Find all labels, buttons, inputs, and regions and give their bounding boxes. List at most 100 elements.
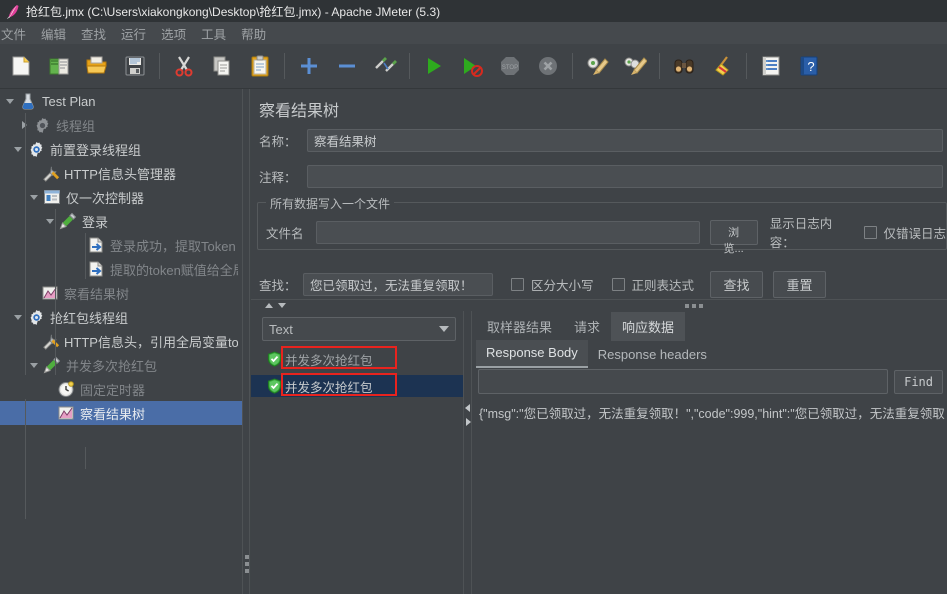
comment-input[interactable] <box>307 165 943 188</box>
tree-node-view-results-tree-1[interactable]: 察看结果树 <box>0 281 242 305</box>
svg-text:?: ? <box>807 59 814 74</box>
gear-broom-icon[interactable] <box>578 47 616 85</box>
broom-icon[interactable] <box>703 47 741 85</box>
tree-node-login-thread-group[interactable]: 前置登录线程组 <box>0 137 242 161</box>
tree-node-redpacket-thread-group[interactable]: 抢红包线程组 <box>0 305 242 329</box>
tree-node-view-results-tree-2[interactable]: 察看结果树 <box>0 401 242 425</box>
menu-file[interactable]: 文件 <box>0 22 33 45</box>
find-button[interactable]: 查找 <box>710 271 764 298</box>
arrow-right-icon[interactable] <box>466 418 471 426</box>
tree-node-label: HTTP信息头，引用全局变量token <box>64 334 238 350</box>
name-input[interactable] <box>307 129 943 152</box>
binoculars-icon[interactable] <box>665 47 703 85</box>
test-plan-tree[interactable]: Test Plan 线程组 前置登录线程组 HTTP信息头管理器 仅一次控制器 … <box>0 89 242 594</box>
name-label: 名称： <box>259 135 297 149</box>
notes-list-icon[interactable] <box>752 47 790 85</box>
twisty-right-icon[interactable] <box>16 113 32 137</box>
clipboard-icon[interactable] <box>241 47 279 85</box>
new-document-icon[interactable] <box>2 47 40 85</box>
main-vertical-splitter[interactable] <box>242 89 250 594</box>
response-find-input[interactable] <box>478 369 889 394</box>
play-green-icon[interactable] <box>415 47 453 85</box>
response-find-button[interactable]: Find <box>894 369 943 394</box>
test-plan-icon <box>18 91 38 111</box>
tab-response-data[interactable]: 响应数据 <box>611 312 686 341</box>
blue-book-help-icon[interactable]: ? <box>790 47 828 85</box>
menu-bar: 文件 编辑 查找 运行 选项 工具 帮助 <box>0 22 947 44</box>
toolbar: STOP ? <box>0 44 947 89</box>
tab-request[interactable]: 请求 <box>563 312 611 341</box>
tree-node-constant-timer[interactable]: 固定定时器 <box>0 377 242 401</box>
renderer-select[interactable]: Text <box>262 317 456 341</box>
stop-sign-icon: STOP <box>491 47 529 85</box>
tree-node-concurrent-redpacket[interactable]: 并发多次抢红包 <box>0 353 242 377</box>
splitter-grip[interactable] <box>245 555 249 576</box>
tree-node-test-plan[interactable]: Test Plan <box>0 89 242 113</box>
tab-sampler-result[interactable]: 取样器结果 <box>476 312 563 341</box>
result-item-2[interactable]: 并发多次抢红包 <box>251 375 463 397</box>
tree-node-label: Test Plan <box>42 93 96 109</box>
menu-options[interactable]: 选项 <box>154 22 193 45</box>
tree-guide <box>55 209 56 375</box>
tree-node-label: 抢红包线程组 <box>50 310 129 326</box>
tree-node-http-header-token[interactable]: HTTP信息头，引用全局变量token <box>0 329 242 353</box>
templates-icon[interactable] <box>40 47 78 85</box>
toolbar-separator <box>159 53 160 79</box>
twisty-down-icon[interactable] <box>10 305 26 329</box>
tree-node-label: 提取的token赋值给全局变量 <box>110 262 238 278</box>
plus-icon[interactable] <box>290 47 328 85</box>
case-sensitive-checkbox[interactable] <box>511 278 524 291</box>
menu-search[interactable]: 查找 <box>74 22 113 45</box>
tree-node-login-sampler[interactable]: 登录 <box>0 209 242 233</box>
jmeter-window: 抢红包.jmx (C:\Users\xiakongkong\Desktop\抢红… <box>0 0 947 594</box>
twisty-down-icon[interactable] <box>2 89 18 113</box>
scissors-icon[interactable] <box>165 47 203 85</box>
twisty-down-icon[interactable] <box>26 185 42 209</box>
tree-node-extract-token[interactable]: 登录成功，提取Token <box>0 233 242 257</box>
twisty-down-icon[interactable] <box>26 353 42 377</box>
filename-input[interactable] <box>316 220 700 244</box>
chevron-down-icon[interactable] <box>439 326 449 332</box>
play-no-pauses-icon[interactable] <box>453 47 491 85</box>
save-floppy-icon[interactable] <box>116 47 154 85</box>
filename-row: 文件名 浏览... 显示日志内容： 仅错误日志 <box>266 213 946 255</box>
toolbar-separator <box>746 53 747 79</box>
menu-edit[interactable]: 编辑 <box>34 22 73 45</box>
arrow-down-icon[interactable] <box>278 303 286 308</box>
regex-checkbox[interactable] <box>611 278 625 291</box>
reset-button[interactable]: 重置 <box>773 271 827 298</box>
splitter-arrows[interactable] <box>265 303 286 308</box>
response-body-text: {"msg":"您已领取过，无法重复领取！","code":999,"hint"… <box>478 401 947 591</box>
tree-node-label: 登录成功，提取Token <box>110 238 236 254</box>
regex-label: 正则表达式 <box>631 279 695 293</box>
twisty-down-icon[interactable] <box>10 137 26 161</box>
tree-node-assign-token[interactable]: 提取的token赋值给全局变量 <box>0 257 242 281</box>
copy-pages-icon[interactable] <box>203 47 241 85</box>
menu-run[interactable]: 运行 <box>114 22 153 45</box>
errors-only-checkbox[interactable] <box>864 225 878 239</box>
toggle-pencil-icon[interactable] <box>366 47 404 85</box>
tree-node-http-header-manager[interactable]: HTTP信息头管理器 <box>0 161 242 185</box>
minus-icon[interactable] <box>328 47 366 85</box>
tree-node-thread-group[interactable]: 线程组 <box>0 113 242 137</box>
tree-node-label: 仅一次控制器 <box>66 190 145 206</box>
gears-broom-icon[interactable] <box>616 47 654 85</box>
shutdown-x-icon <box>529 47 567 85</box>
result-item-1[interactable]: 并发多次抢红包 <box>251 348 463 370</box>
menu-tools[interactable]: 工具 <box>194 22 233 45</box>
subtab-response-headers[interactable]: Response headers <box>588 342 717 368</box>
subtab-response-body[interactable]: Response Body <box>476 340 588 368</box>
http-sampler-icon <box>58 211 78 231</box>
results-detail-splitter[interactable] <box>463 311 472 594</box>
write-all-data-group: 所有数据写入一个文件 文件名 浏览... 显示日志内容： 仅错误日志 <box>257 195 947 255</box>
menu-help[interactable]: 帮助 <box>234 22 273 45</box>
browse-button[interactable]: 浏览... <box>709 219 758 255</box>
search-input[interactable] <box>303 273 493 296</box>
tree-node-once-only-controller[interactable]: 仅一次控制器 <box>0 185 242 209</box>
tree-guide <box>85 233 86 279</box>
open-folder-icon[interactable] <box>78 47 116 85</box>
arrow-up-icon[interactable] <box>265 303 273 308</box>
success-shield-icon <box>267 351 282 367</box>
splitter-grip[interactable] <box>685 304 703 308</box>
arrow-left-icon[interactable] <box>465 404 470 412</box>
